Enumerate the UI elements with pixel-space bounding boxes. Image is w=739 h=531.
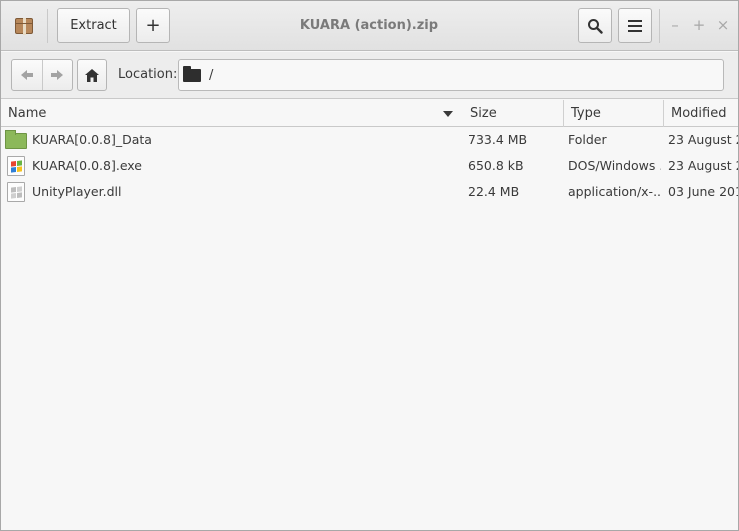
column-header-type-label: Type bbox=[571, 106, 601, 121]
minimize-button[interactable]: – bbox=[665, 14, 685, 36]
folder-icon bbox=[183, 65, 201, 82]
file-list: Name Size Type Modified KUARA[0.0.8]_Dat… bbox=[1, 100, 738, 530]
home-button[interactable] bbox=[77, 59, 107, 91]
column-header-name[interactable]: Name bbox=[1, 100, 463, 127]
column-header-row: Name Size Type Modified bbox=[1, 100, 738, 127]
forward-button[interactable] bbox=[41, 60, 73, 90]
arrow-left-icon bbox=[20, 70, 33, 80]
column-header-name-label: Name bbox=[8, 106, 47, 121]
file-modified: 23 August 20 bbox=[668, 132, 738, 147]
hamburger-menu-icon bbox=[628, 19, 642, 32]
file-size: 650.8 kB bbox=[468, 158, 524, 173]
column-header-size-label: Size bbox=[470, 106, 497, 121]
table-row[interactable]: KUARA[0.0.8]_Data 733.4 MB Folder 23 Aug… bbox=[1, 127, 738, 153]
header-bar: Extract + KUARA (action).zip – + × bbox=[1, 1, 738, 51]
search-button[interactable] bbox=[578, 8, 612, 43]
home-icon bbox=[85, 68, 99, 82]
location-label: Location: bbox=[118, 67, 178, 82]
file-type: DOS/Windows ... bbox=[568, 158, 661, 173]
file-name: UnityPlayer.dll bbox=[32, 184, 122, 199]
location-entry[interactable]: / bbox=[178, 59, 724, 91]
file-type: application/x-... bbox=[568, 184, 661, 199]
column-header-size[interactable]: Size bbox=[463, 100, 563, 127]
search-icon bbox=[588, 18, 603, 34]
archive-manager-window: Extract + KUARA (action).zip – + × Locat… bbox=[0, 0, 739, 531]
windows-logo bbox=[11, 186, 22, 199]
arrow-right-icon bbox=[51, 70, 64, 80]
history-nav-group bbox=[11, 59, 73, 91]
back-button[interactable] bbox=[12, 60, 42, 90]
extract-button[interactable]: Extract bbox=[57, 8, 130, 43]
file-size: 22.4 MB bbox=[468, 184, 520, 199]
sort-descending-icon bbox=[443, 111, 453, 117]
header-separator bbox=[47, 9, 48, 43]
column-header-modified[interactable]: Modified bbox=[663, 100, 738, 127]
archive-app-icon[interactable] bbox=[7, 9, 41, 43]
package-icon bbox=[15, 18, 33, 35]
file-size: 733.4 MB bbox=[468, 132, 528, 147]
add-files-button[interactable]: + bbox=[136, 8, 170, 43]
menu-button[interactable] bbox=[618, 8, 652, 43]
close-button[interactable]: × bbox=[713, 14, 733, 36]
file-modified: 03 June 2019 bbox=[668, 184, 738, 199]
file-modified: 23 August 20 bbox=[668, 158, 738, 173]
column-header-type[interactable]: Type bbox=[563, 100, 663, 127]
file-name: KUARA[0.0.8]_Data bbox=[32, 132, 152, 147]
location-toolbar: Location: / bbox=[1, 52, 738, 99]
windows-logo bbox=[11, 160, 22, 173]
location-path: / bbox=[209, 67, 214, 83]
window-title: KUARA (action).zip bbox=[299, 18, 439, 33]
file-type: Folder bbox=[568, 132, 607, 147]
header-separator bbox=[659, 9, 660, 43]
maximize-button[interactable]: + bbox=[689, 14, 709, 36]
windows-library-icon bbox=[7, 182, 25, 202]
file-list-empty-area[interactable] bbox=[1, 205, 738, 530]
table-row[interactable]: KUARA[0.0.8].exe 650.8 kB DOS/Windows ..… bbox=[1, 153, 738, 179]
file-name: KUARA[0.0.8].exe bbox=[32, 158, 142, 173]
windows-executable-icon bbox=[7, 156, 25, 176]
table-row[interactable]: UnityPlayer.dll 22.4 MB application/x-..… bbox=[1, 179, 738, 205]
folder-icon bbox=[5, 130, 27, 149]
column-header-modified-label: Modified bbox=[671, 106, 727, 121]
